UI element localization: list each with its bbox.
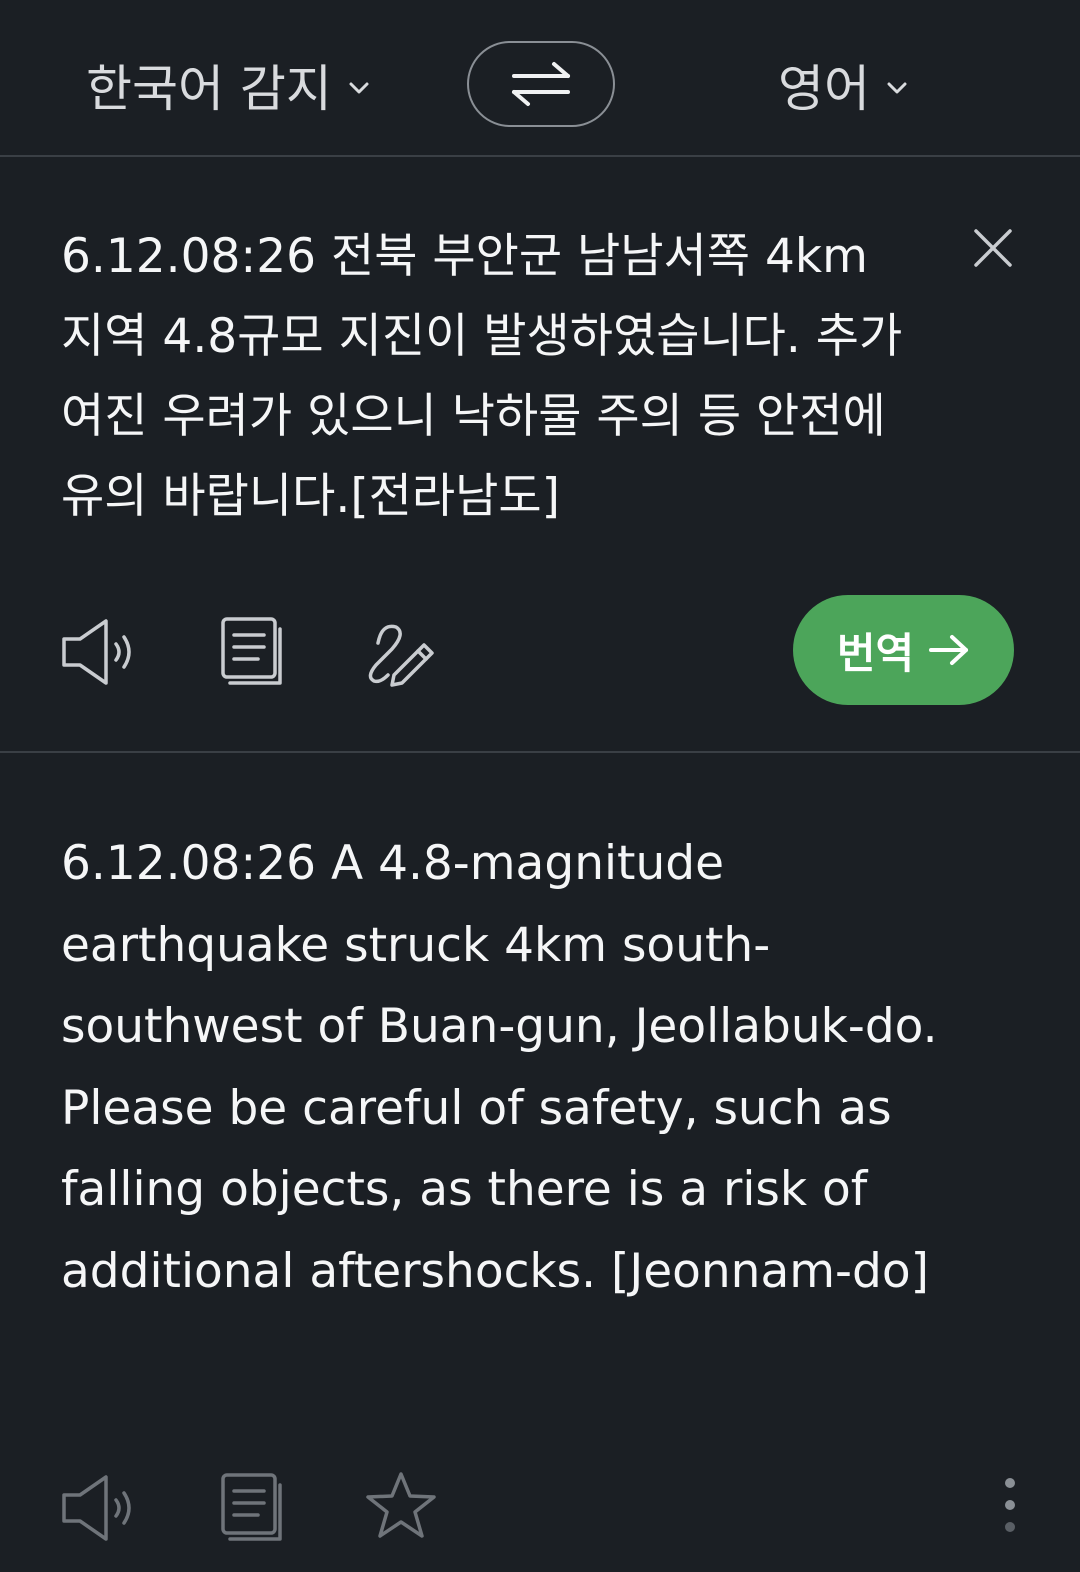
swap-arrows-icon <box>512 62 570 106</box>
chevron-down-icon <box>349 82 369 94</box>
translated-text: 6.12.08:26 A 4.8-magnitude earthquake st… <box>61 836 938 1299</box>
translate-button-label: 번역 <box>836 628 915 678</box>
translate-button[interactable]: 번역 <box>793 595 1014 705</box>
more-vertical-icon[interactable] <box>992 1473 1028 1537</box>
source-language-label: 한국어 감지 <box>86 60 332 118</box>
language-bar: 한국어 감지 영어 <box>0 0 1080 157</box>
speaker-icon[interactable] <box>60 1473 140 1543</box>
source-panel: 6.12.08:26 전북 부안군 남남서쪽 4km 지역 4.8규모 지진이 … <box>0 159 1080 753</box>
star-icon[interactable] <box>364 1469 438 1543</box>
handwriting-icon[interactable] <box>358 615 438 689</box>
swap-languages-button[interactable] <box>467 41 615 127</box>
copy-icon[interactable] <box>218 615 288 689</box>
chevron-down-icon <box>887 82 907 94</box>
clear-text-button[interactable] <box>970 225 1016 271</box>
target-language-selector[interactable]: 영어 <box>778 50 910 120</box>
source-text-input[interactable]: 6.12.08:26 전북 부안군 남남서쪽 4km 지역 4.8규모 지진이 … <box>61 217 956 537</box>
source-language-selector[interactable]: 한국어 감지 <box>86 50 372 120</box>
speaker-icon[interactable] <box>60 617 140 687</box>
translator-app: 한국어 감지 영어 6.12.08:26 전북 부안군 남남서쪽 4km 지역 … <box>0 0 1080 1572</box>
close-icon <box>974 229 1012 267</box>
result-panel: 6.12.08:26 A 4.8-magnitude earthquake st… <box>0 755 1080 1572</box>
arrow-right-icon <box>929 635 969 665</box>
target-language-label: 영어 <box>778 60 870 118</box>
copy-icon[interactable] <box>218 1471 288 1545</box>
